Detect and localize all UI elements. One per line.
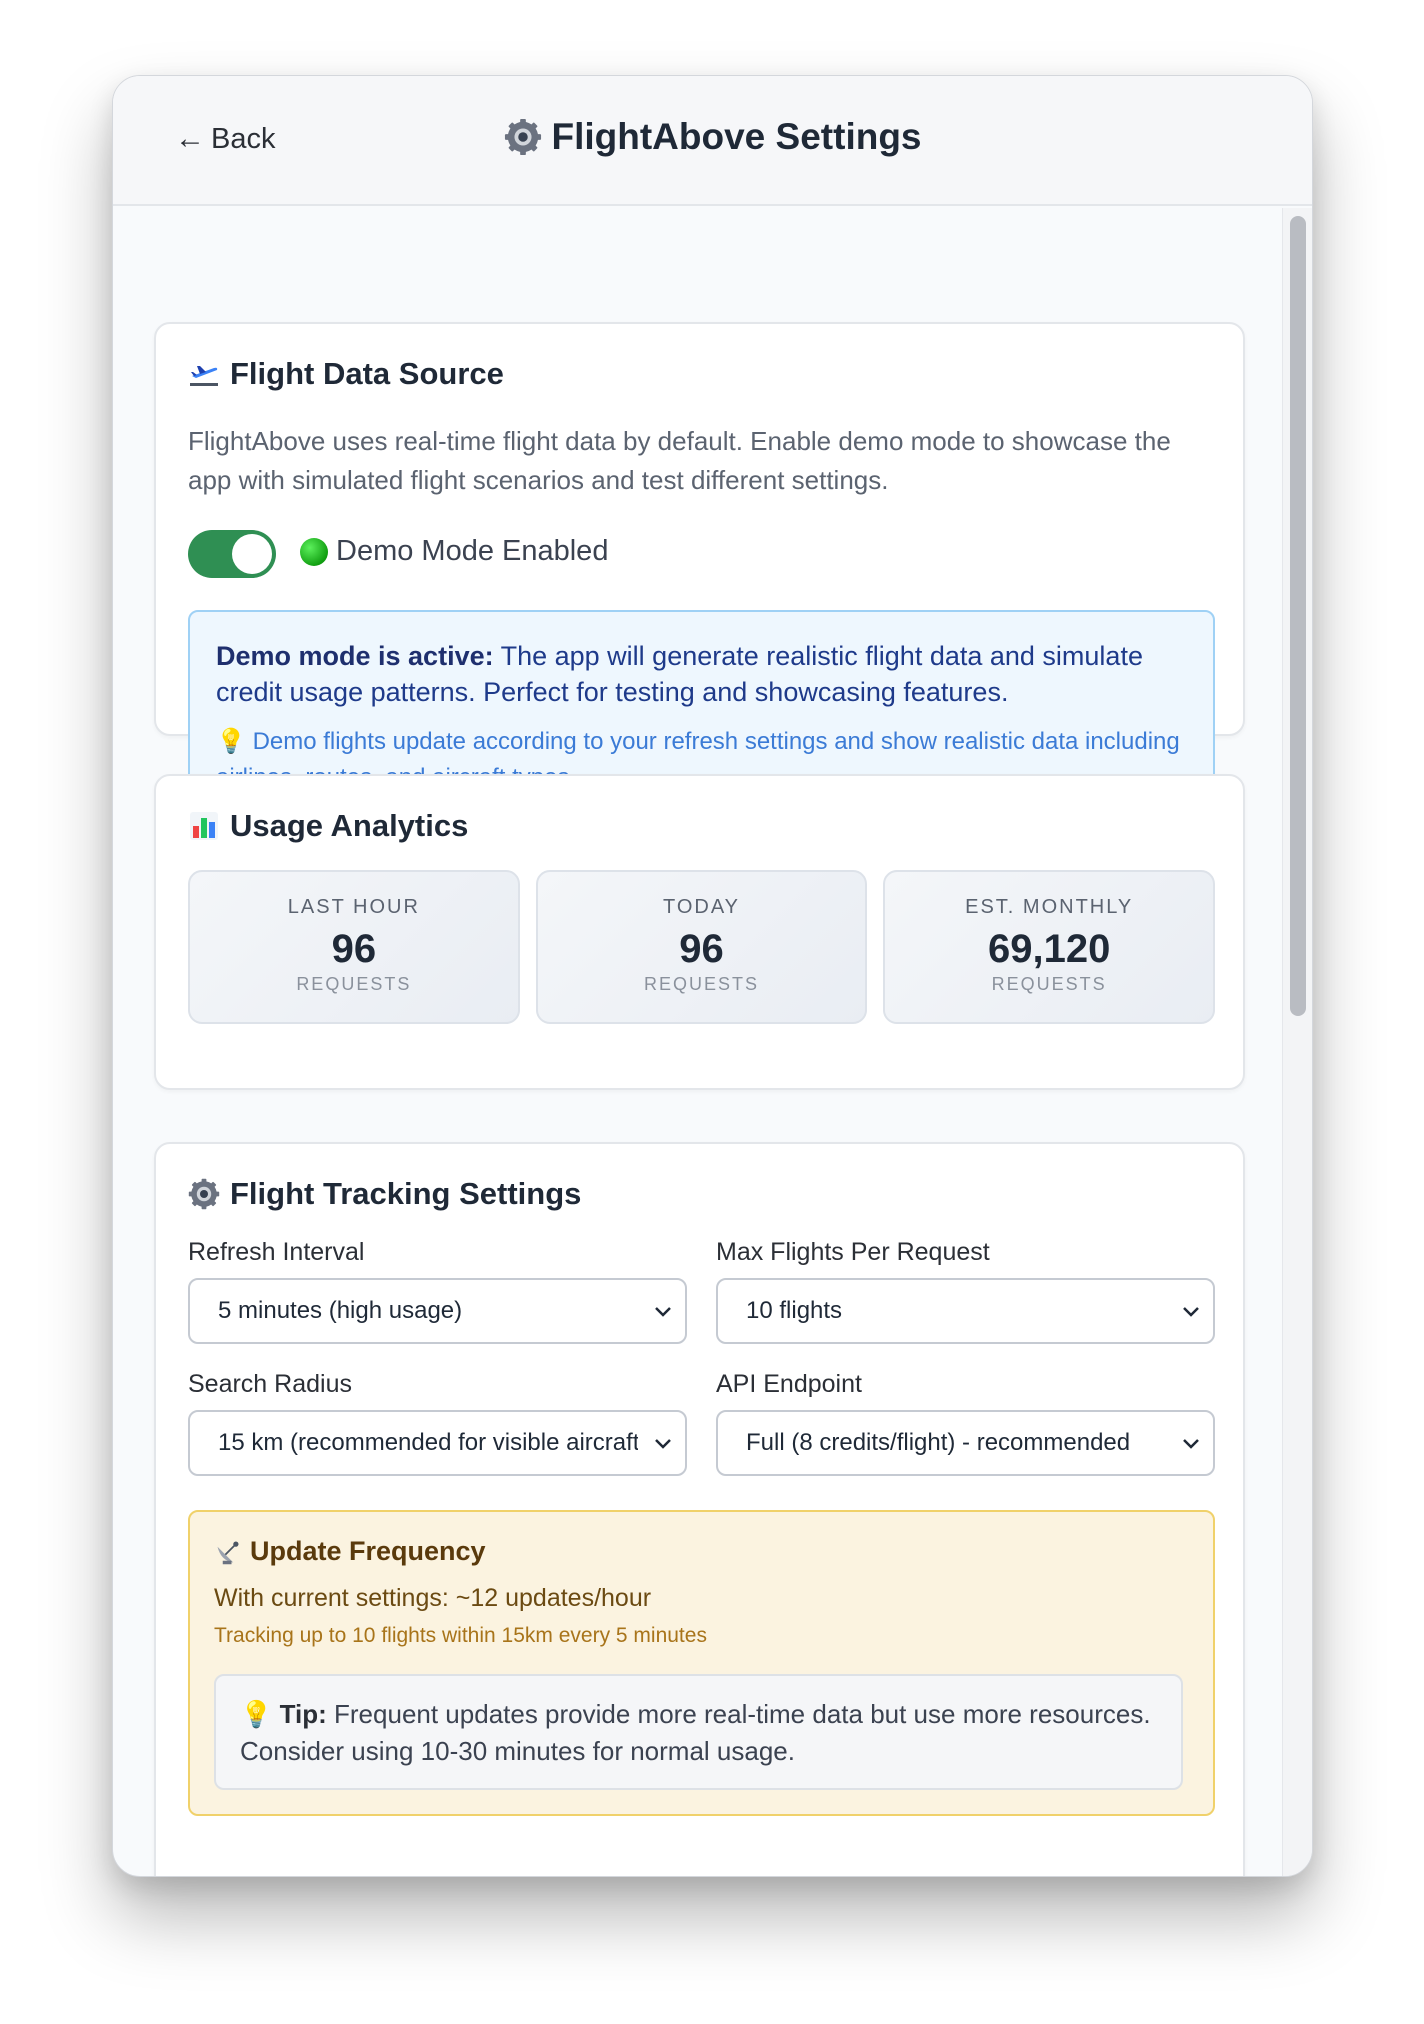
usage-analytics-card: Usage Analytics LAST HOUR 96 REQUESTS TO… (154, 774, 1245, 1090)
stat-label: LAST HOUR (287, 896, 420, 918)
tracking-summary-text: Tracking up to 10 flights within 15km ev… (214, 1624, 707, 1647)
scrollbar[interactable] (1282, 208, 1312, 1876)
select-value: 5 minutes (high usage) (218, 1297, 463, 1324)
toggle-knob (232, 534, 272, 574)
header: ← Back FlightAbove Settings (113, 76, 1312, 206)
title-text: FlightAbove Settings (551, 116, 922, 157)
demo-mode-label: Demo Mode Enabled (336, 535, 609, 567)
chevron-down-icon (655, 1439, 671, 1449)
max-flights-label: Max Flights Per Request (716, 1238, 990, 1266)
stat-unit: REQUESTS (296, 974, 412, 994)
max-flights-select[interactable]: 10 flights (716, 1278, 1215, 1344)
airplane-departure-icon (190, 366, 218, 386)
card-title-text: Usage Analytics (230, 808, 469, 843)
bar-chart-icon (190, 812, 218, 840)
card-title: Flight Tracking Settings (188, 1176, 581, 1212)
card-title: Flight Data Source (188, 356, 504, 392)
stat-est-monthly: EST. MONTHLY 69,120 REQUESTS (883, 870, 1216, 1024)
stat-value: 69,120 (988, 927, 1111, 971)
select-value: 10 flights (746, 1297, 843, 1324)
lightbulb-icon: 💡 (216, 728, 253, 755)
tip-box: 💡 Tip: Frequent updates provide more rea… (214, 1674, 1183, 1790)
demo-info-bold: Demo mode is active: (216, 641, 494, 671)
search-radius-select[interactable]: 15 km (recommended for visible aircraft) (188, 1410, 687, 1476)
stat-value: 96 (679, 927, 724, 971)
card-title-text: Flight Data Source (230, 356, 504, 391)
chevron-down-icon (1183, 1439, 1199, 1449)
refresh-interval-label: Refresh Interval (188, 1238, 365, 1266)
stats-row: LAST HOUR 96 REQUESTS TODAY 96 REQUESTS … (188, 870, 1216, 1024)
refresh-interval-select[interactable]: 5 minutes (high usage) (188, 1278, 687, 1344)
satellite-dish-icon (217, 1541, 239, 1564)
update-title-text: Update Frequency (250, 1536, 486, 1566)
demo-info-text: Demo mode is active: The app will genera… (216, 638, 1187, 710)
search-radius-label: Search Radius (188, 1370, 352, 1398)
data-source-description: FlightAbove uses real-time flight data b… (188, 426, 1171, 495)
update-frequency-title: Update Frequency (214, 1536, 486, 1567)
green-status-dot-icon (300, 537, 328, 566)
tip-bold: Tip: (279, 1699, 327, 1729)
gear-icon (188, 1178, 220, 1210)
stat-unit: REQUESTS (643, 974, 760, 994)
stat-label: EST. MONTHLY (965, 896, 1134, 918)
settings-content: Flight Data Source FlightAbove uses real… (113, 208, 1282, 1876)
demo-mode-status: Demo Mode Enabled (300, 535, 608, 568)
api-endpoint-select[interactable]: Full (8 credits/flight) - recommended (716, 1410, 1215, 1476)
flight-data-source-card: Flight Data Source FlightAbove uses real… (154, 322, 1245, 824)
select-value: 15 km (recommended for visible aircraft) (218, 1429, 638, 1456)
card-title: Usage Analytics (188, 808, 468, 844)
chevron-down-icon (655, 1307, 671, 1317)
gear-icon (504, 118, 541, 156)
update-frequency-box: Update Frequency With current settings: … (188, 1510, 1215, 1816)
update-rate-text: With current settings: ~12 updates/hour (214, 1584, 652, 1612)
api-endpoint-label: API Endpoint (716, 1370, 862, 1398)
chevron-down-icon (1183, 1307, 1199, 1317)
stat-unit: REQUESTS (991, 974, 1107, 994)
settings-window: ← Back FlightAbove Settings Flight Data … (112, 75, 1313, 1877)
tip-text: Frequent updates provide more real-time … (240, 1699, 1151, 1766)
flight-tracking-settings-card: Flight Tracking Settings Refresh Interva… (154, 1142, 1245, 1876)
demo-mode-toggle[interactable] (188, 530, 276, 578)
page-title: FlightAbove Settings (113, 116, 1312, 158)
scrollbar-thumb[interactable] (1290, 216, 1306, 1016)
stat-value: 96 (331, 927, 377, 971)
stat-label: TODAY (662, 896, 741, 918)
select-value: Full (8 credits/flight) - recommended (746, 1429, 1131, 1456)
stat-today: TODAY 96 REQUESTS (535, 870, 868, 1024)
card-title-text: Flight Tracking Settings (230, 1176, 582, 1211)
stat-last-hour: LAST HOUR 96 REQUESTS (188, 870, 520, 1024)
lightbulb-icon: 💡 (240, 1699, 280, 1729)
